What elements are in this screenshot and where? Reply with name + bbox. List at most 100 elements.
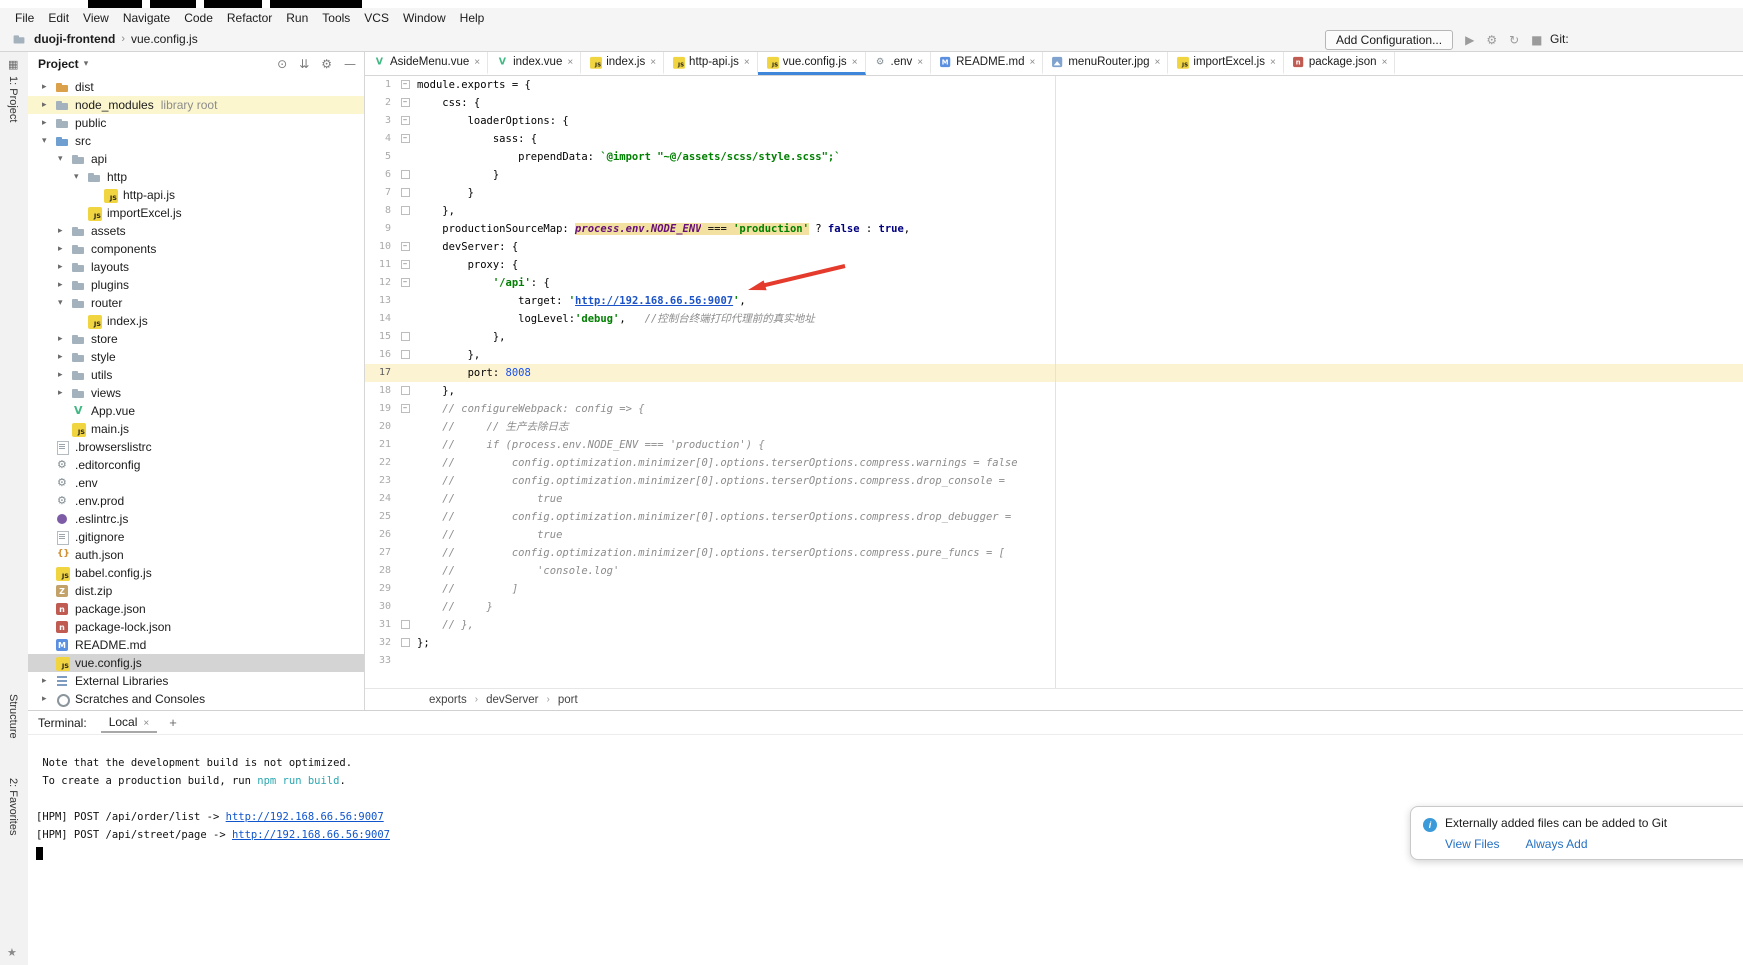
line-number[interactable]: 30 [365, 598, 397, 616]
tree-item-env[interactable]: .env [28, 474, 364, 492]
tree-item-views[interactable]: ▸views [28, 384, 364, 402]
menu-navigate[interactable]: Navigate [116, 9, 177, 27]
chevron-down-icon[interactable]: ▾ [58, 154, 71, 164]
breadcrumb-project[interactable]: duoji-frontend [34, 32, 115, 46]
close-tab-icon[interactable]: × [1155, 57, 1161, 68]
collapse-all-icon[interactable] [299, 57, 309, 71]
fold-marker-icon[interactable]: − [397, 238, 413, 256]
line-number[interactable]: 25 [365, 508, 397, 526]
fold-marker-icon[interactable]: − [397, 76, 413, 94]
line-number[interactable]: 24 [365, 490, 397, 508]
rerun-icon[interactable] [1509, 30, 1519, 50]
tree-item-external-libraries[interactable]: ▸External Libraries [28, 672, 364, 690]
code-line[interactable]: 24 // true [365, 490, 1743, 508]
code-line[interactable]: 28 // 'console.log' [365, 562, 1743, 580]
code-line[interactable]: 21 // if (process.env.NODE_ENV === 'prod… [365, 436, 1743, 454]
line-number[interactable]: 4 [365, 130, 397, 148]
tree-item-vue-config-js[interactable]: vue.config.js [28, 654, 364, 672]
line-number[interactable]: 13 [365, 292, 397, 310]
code-line[interactable]: 5 prependData: `@import "~@/assets/scss/… [365, 148, 1743, 166]
tree-item-node-modules[interactable]: ▸node_moduleslibrary root [28, 96, 364, 114]
tool-button-project[interactable]: 1: Project [7, 76, 19, 122]
tab-importexcel-js[interactable]: importExcel.js× [1168, 52, 1283, 75]
tree-item-env-prod[interactable]: .env.prod [28, 492, 364, 510]
tab-readme-md[interactable]: README.md× [931, 52, 1043, 75]
code-line[interactable]: 10− devServer: { [365, 238, 1743, 256]
tree-item-http[interactable]: ▾http [28, 168, 364, 186]
tree-item-assets[interactable]: ▸assets [28, 222, 364, 240]
chevron-right-icon[interactable]: ▸ [58, 262, 71, 272]
code-line[interactable]: 20 // // 生产去除日志 [365, 418, 1743, 436]
line-number[interactable]: 8 [365, 202, 397, 220]
line-number[interactable]: 5 [365, 148, 397, 166]
tool-button-favorites[interactable]: 2: Favorites [7, 778, 19, 835]
chevron-right-icon[interactable]: ▸ [42, 676, 55, 686]
menu-help[interactable]: Help [453, 9, 492, 27]
tree-item-components[interactable]: ▸components [28, 240, 364, 258]
fold-marker-icon[interactable] [397, 346, 413, 364]
code-line[interactable]: 12− '/api': { [365, 274, 1743, 292]
line-number[interactable]: 15 [365, 328, 397, 346]
code-line[interactable]: 9 productionSourceMap: process.env.NODE_… [365, 220, 1743, 238]
tree-item-store[interactable]: ▸store [28, 330, 364, 348]
tree-item-editorconfig[interactable]: .editorconfig [28, 456, 364, 474]
tool-button-structure[interactable]: Structure [7, 694, 19, 739]
tree-item-http-api-js[interactable]: http-api.js [28, 186, 364, 204]
code-line[interactable]: 1−module.exports = { [365, 76, 1743, 94]
line-number[interactable]: 20 [365, 418, 397, 436]
tree-item-index-js[interactable]: index.js [28, 312, 364, 330]
terminal-link[interactable]: http://192.168.66.56:9007 [232, 829, 390, 841]
line-number[interactable]: 31 [365, 616, 397, 634]
tree-item-api[interactable]: ▾api [28, 150, 364, 168]
fold-marker-icon[interactable]: − [397, 256, 413, 274]
code-line[interactable]: 11− proxy: { [365, 256, 1743, 274]
code-line[interactable]: 23 // config.optimization.minimizer[0].o… [365, 472, 1743, 490]
tree-item-public[interactable]: ▸public [28, 114, 364, 132]
chevron-down-icon[interactable]: ▾ [58, 298, 71, 308]
code-line[interactable]: 2− css: { [365, 94, 1743, 112]
line-number[interactable]: 26 [365, 526, 397, 544]
tab-env[interactable]: .env× [866, 52, 932, 75]
tree-item-auth-json[interactable]: auth.json [28, 546, 364, 564]
settings-icon[interactable] [1486, 30, 1497, 50]
line-number[interactable]: 2 [365, 94, 397, 112]
line-number[interactable]: 1 [365, 76, 397, 94]
line-number[interactable]: 27 [365, 544, 397, 562]
menu-tools[interactable]: Tools [315, 9, 357, 27]
breadcrumb-file[interactable]: vue.config.js [131, 32, 198, 46]
tab-index-vue[interactable]: index.vue× [488, 52, 581, 75]
tree-item-importexcel-js[interactable]: importExcel.js [28, 204, 364, 222]
code-line[interactable]: 31 // }, [365, 616, 1743, 634]
code-line[interactable]: 19− // configureWebpack: config => { [365, 400, 1743, 418]
line-number[interactable]: 29 [365, 580, 397, 598]
line-number[interactable]: 28 [365, 562, 397, 580]
stop-icon[interactable] [1531, 30, 1542, 50]
gear-icon[interactable] [321, 57, 332, 71]
code-line[interactable]: 16 }, [365, 346, 1743, 364]
code-line[interactable]: 3− loaderOptions: { [365, 112, 1743, 130]
breadcrumb-exports[interactable]: exports [429, 694, 467, 706]
close-tab-icon[interactable]: × [744, 57, 750, 68]
chevron-right-icon[interactable]: ▸ [58, 226, 71, 236]
tree-item-package-json[interactable]: package.json [28, 600, 364, 618]
line-number[interactable]: 33 [365, 652, 397, 670]
fold-marker-icon[interactable] [397, 616, 413, 634]
breadcrumb-devserver[interactable]: devServer [486, 694, 538, 706]
line-number[interactable]: 22 [365, 454, 397, 472]
chevron-right-icon[interactable]: ▸ [42, 694, 55, 704]
menu-refactor[interactable]: Refactor [220, 9, 279, 27]
fold-marker-icon[interactable] [397, 202, 413, 220]
code-line[interactable]: 14 logLevel:'debug', //控制台终端打印代理前的真实地址 [365, 310, 1743, 328]
tree-item-readme-md[interactable]: README.md [28, 636, 364, 654]
tree-item-layouts[interactable]: ▸layouts [28, 258, 364, 276]
code-line[interactable]: 6 } [365, 166, 1743, 184]
menu-window[interactable]: Window [396, 9, 453, 27]
terminal-link[interactable]: http://192.168.66.56:9007 [226, 811, 384, 823]
tree-item-package-lock-json[interactable]: package-lock.json [28, 618, 364, 636]
tree-item-babel-config-js[interactable]: babel.config.js [28, 564, 364, 582]
tree-item-eslintrc-js[interactable]: .eslintrc.js [28, 510, 364, 528]
breadcrumb-port[interactable]: port [558, 694, 578, 706]
close-icon[interactable] [143, 715, 149, 729]
line-number[interactable]: 32 [365, 634, 397, 652]
fold-marker-icon[interactable] [397, 382, 413, 400]
